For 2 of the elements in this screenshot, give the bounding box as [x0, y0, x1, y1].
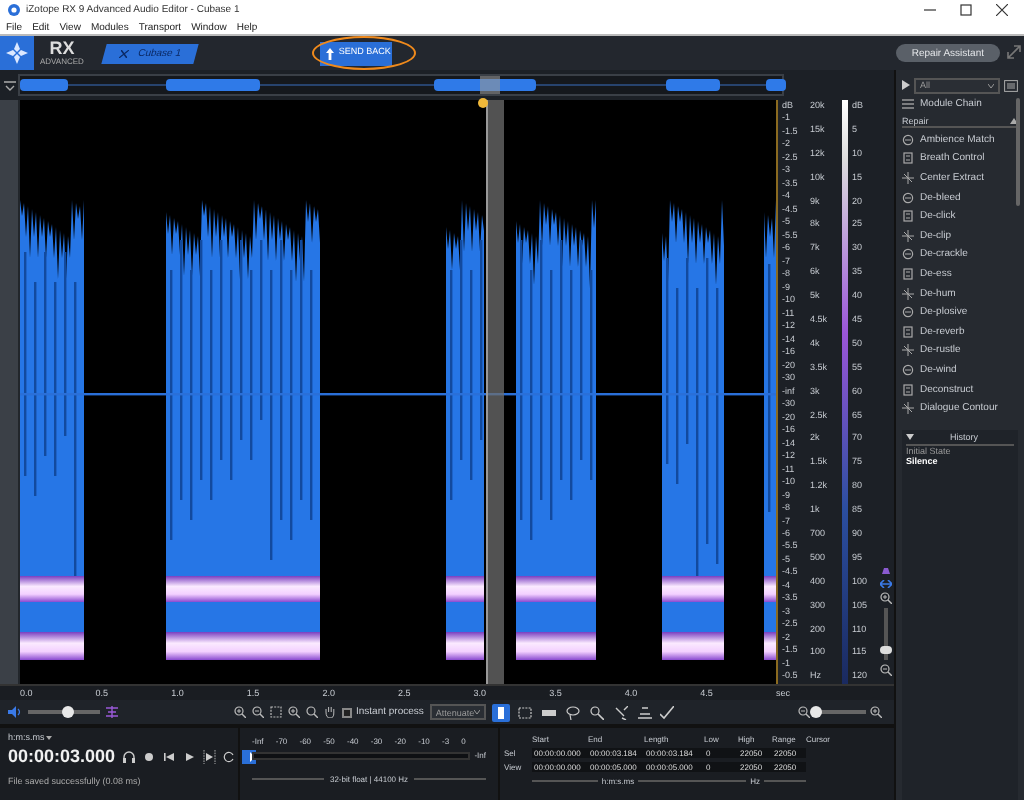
timecode: 00:00:03.000: [8, 746, 116, 766]
logo-text: RX: [49, 40, 75, 58]
